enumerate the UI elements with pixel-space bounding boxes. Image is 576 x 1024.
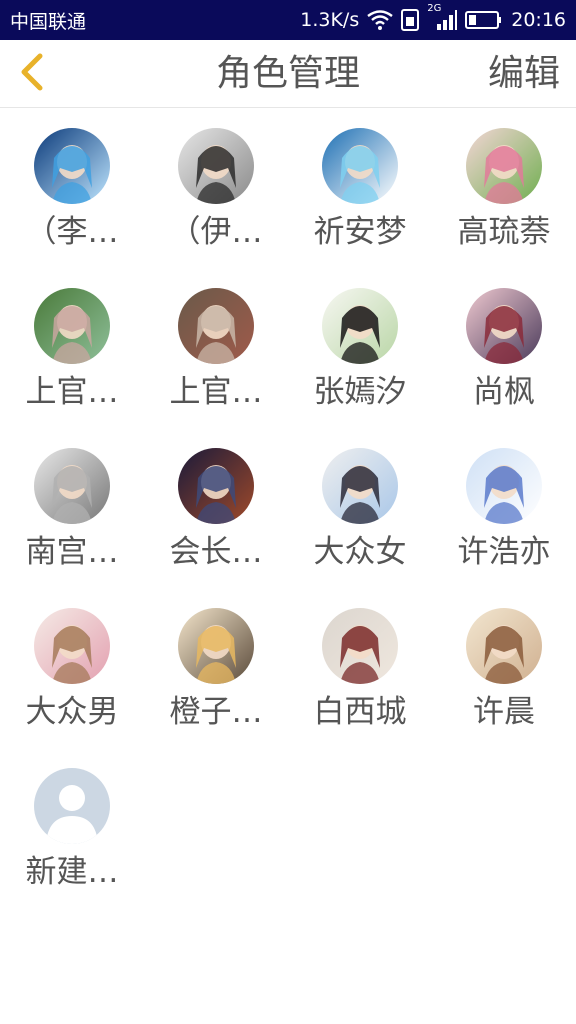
- network-type: 2G: [427, 3, 442, 14]
- avatar: [34, 448, 110, 524]
- avatar: [466, 608, 542, 684]
- role-name: 白西城: [313, 694, 407, 730]
- avatar: [178, 288, 254, 364]
- avatar: [466, 448, 542, 524]
- wifi-icon: [367, 10, 393, 30]
- role-item[interactable]: 尚枫: [432, 268, 576, 428]
- nav-bar: 角色管理 编辑: [0, 40, 576, 108]
- role-item[interactable]: （李…: [0, 108, 144, 268]
- new-role-item[interactable]: 新建…: [0, 748, 144, 908]
- role-item[interactable]: （伊…: [144, 108, 288, 268]
- role-name: 许浩亦: [457, 534, 551, 570]
- role-item[interactable]: 祈安梦: [288, 108, 432, 268]
- avatar: [466, 128, 542, 204]
- role-item[interactable]: 上官…: [0, 268, 144, 428]
- avatar: [322, 608, 398, 684]
- role-item[interactable]: 白西城: [288, 588, 432, 748]
- role-name: 会长…: [169, 534, 263, 570]
- role-name: 大众女: [313, 534, 407, 570]
- avatar: [34, 128, 110, 204]
- role-item[interactable]: 高琉萘: [432, 108, 576, 268]
- avatar: [322, 128, 398, 204]
- role-name: 高琉萘: [457, 214, 551, 250]
- role-item[interactable]: 许晨: [432, 588, 576, 748]
- default-avatar-icon: [34, 768, 110, 844]
- role-name: 祈安梦: [313, 214, 407, 250]
- avatar: [178, 448, 254, 524]
- role-name: 橙子…: [169, 694, 263, 730]
- signal-icon: 2G: [427, 3, 458, 31]
- role-item[interactable]: 会长…: [144, 428, 288, 588]
- role-name: 新建…: [25, 854, 119, 890]
- avatar: [322, 288, 398, 364]
- role-name: 大众男: [25, 694, 119, 730]
- role-item[interactable]: 橙子…: [144, 588, 288, 748]
- sim-icon: [401, 9, 420, 31]
- avatar: [466, 288, 542, 364]
- role-name: 上官…: [25, 374, 119, 410]
- role-name: 许晨: [473, 694, 535, 730]
- role-name: 张嫣汐: [313, 374, 407, 410]
- network-speed: 1.3K/s: [300, 9, 360, 31]
- role-item[interactable]: 大众女: [288, 428, 432, 588]
- avatar: [178, 128, 254, 204]
- carrier-label: 中国联通: [10, 10, 87, 33]
- clock: 20:16: [511, 9, 566, 31]
- role-name: 上官…: [169, 374, 263, 410]
- role-name: 南宫…: [25, 534, 119, 570]
- role-item[interactable]: 大众男: [0, 588, 144, 748]
- avatar: [34, 608, 110, 684]
- avatar: [34, 288, 110, 364]
- role-item[interactable]: 上官…: [144, 268, 288, 428]
- status-bar-right: 1.3K/s 2G 20:16: [300, 3, 566, 31]
- role-name: （伊…: [169, 214, 263, 250]
- status-bar: 中国联通 1.3K/s 2G 20:16: [0, 0, 576, 40]
- battery-icon: [465, 10, 503, 30]
- avatar: [178, 608, 254, 684]
- role-name: 尚枫: [473, 374, 535, 410]
- edit-button[interactable]: 编辑: [488, 40, 560, 108]
- role-item[interactable]: 南宫…: [0, 428, 144, 588]
- role-item[interactable]: 许浩亦: [432, 428, 576, 588]
- role-item[interactable]: 张嫣汐: [288, 268, 432, 428]
- avatar: [322, 448, 398, 524]
- role-name: （李…: [25, 214, 119, 250]
